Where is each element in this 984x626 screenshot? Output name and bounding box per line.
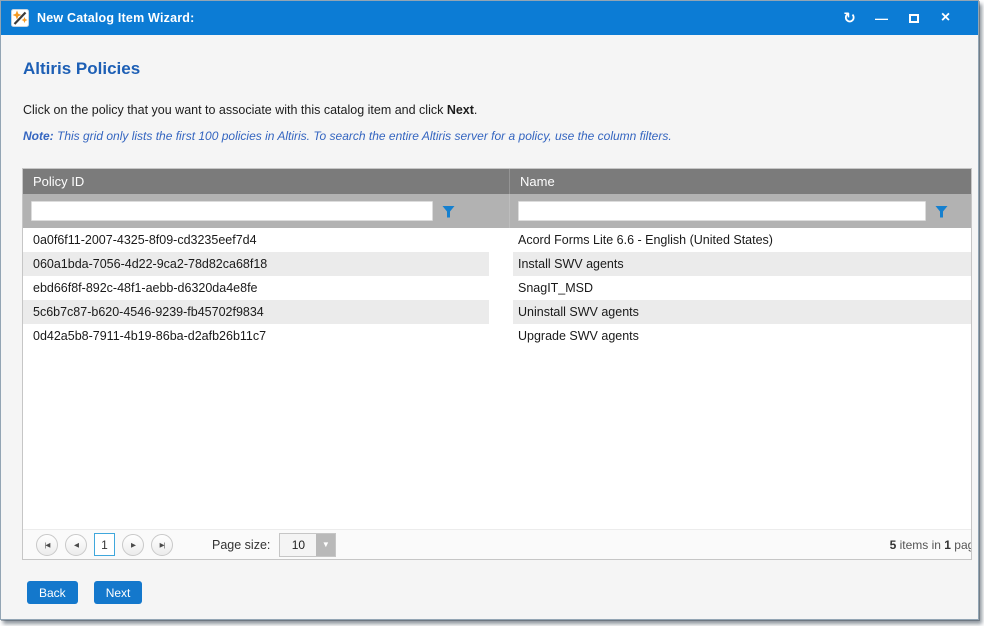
items-summary-tail: pages — [951, 538, 971, 552]
note-text: Note: This grid only lists the first 100… — [23, 129, 672, 143]
next-button[interactable]: Next — [94, 581, 143, 604]
wizard-app-icon — [11, 9, 29, 27]
instruction-suffix: . — [474, 103, 477, 117]
pages-count: 1 — [944, 538, 951, 552]
dropdown-arrow-icon[interactable]: ▼ — [316, 534, 335, 556]
column-header-policy-id[interactable]: Policy ID — [23, 169, 510, 194]
column-gap — [489, 252, 513, 276]
page-size-label: Page size: — [212, 538, 270, 552]
items-summary-mid: items in — [896, 538, 944, 552]
page-size-value: 10 — [280, 534, 316, 556]
instruction-text: Click on the policy that you want to ass… — [23, 103, 477, 117]
window-controls: ↻ — × — [841, 10, 968, 27]
maximize-box-glyph — [909, 14, 919, 23]
policy-id-cell: 0a0f6f11-2007-4325-8f09-cd3235eef7d4 — [23, 228, 489, 252]
screen: New Catalog Item Wizard: ↻ — × Altiris P… — [0, 0, 984, 626]
maximize-icon[interactable] — [905, 10, 922, 27]
name-cell: Uninstall SWV agents — [513, 300, 971, 324]
policy-id-filter-input[interactable] — [31, 201, 433, 221]
last-page-button[interactable]: ▶| — [151, 534, 173, 556]
grid-body: 0a0f6f11-2007-4325-8f09-cd3235eef7d4 Aco… — [23, 228, 971, 529]
table-row[interactable]: 0d42a5b8-7911-4b19-86ba-d2afb26b11c7 Upg… — [23, 324, 971, 348]
policy-id-filter-cell — [23, 194, 510, 228]
grid-header-row: Policy ID Name — [23, 169, 971, 194]
window-title: New Catalog Item Wizard: — [37, 11, 195, 25]
column-gap — [489, 324, 513, 348]
note-label: Note: — [23, 129, 54, 143]
pager-bar: |◀ ◀ 1 ▶ ▶| Page size: 10 ▼ 5 items in 1… — [23, 529, 971, 559]
column-header-name[interactable]: Name — [510, 169, 971, 194]
instruction-prefix: Click on the policy that you want to ass… — [23, 103, 447, 117]
column-gap — [489, 300, 513, 324]
instruction-next-emphasis: Next — [447, 103, 474, 117]
close-icon[interactable]: × — [937, 10, 954, 27]
column-gap — [489, 276, 513, 300]
table-row[interactable]: 5c6b7c87-b620-4546-9239-fb45702f9834 Uni… — [23, 300, 971, 324]
table-row[interactable]: ebd66f8f-892c-48f1-aebb-d6320da4e8fe Sna… — [23, 276, 971, 300]
name-filter-icon[interactable] — [935, 205, 948, 218]
table-row[interactable]: 060a1bda-7056-4d22-9ca2-78d82ca68f18 Ins… — [23, 252, 971, 276]
page-title: Altiris Policies — [23, 59, 140, 79]
wizard-window: New Catalog Item Wizard: ↻ — × Altiris P… — [0, 0, 979, 620]
table-row[interactable]: 0a0f6f11-2007-4325-8f09-cd3235eef7d4 Aco… — [23, 228, 971, 252]
name-cell: SnagIT_MSD — [513, 276, 971, 300]
grid-empty-area — [23, 348, 971, 529]
current-page-button[interactable]: 1 — [94, 533, 115, 556]
policy-id-filter-icon[interactable] — [442, 205, 455, 218]
next-page-button[interactable]: ▶ — [122, 534, 144, 556]
items-count: 5 — [890, 538, 897, 552]
previous-page-button[interactable]: ◀ — [65, 534, 87, 556]
grid-filter-row — [23, 194, 971, 228]
name-filter-input[interactable] — [518, 201, 926, 221]
policy-id-cell: 0d42a5b8-7911-4b19-86ba-d2afb26b11c7 — [23, 324, 489, 348]
items-summary: 5 items in 1 pages — [890, 530, 971, 559]
name-cell: Upgrade SWV agents — [513, 324, 971, 348]
note-body: This grid only lists the first 100 polic… — [54, 129, 672, 143]
minimize-icon[interactable]: — — [873, 10, 890, 27]
back-button[interactable]: Back — [27, 581, 78, 604]
column-gap — [489, 228, 513, 252]
page-size-select[interactable]: 10 ▼ — [279, 533, 336, 557]
name-cell: Acord Forms Lite 6.6 - English (United S… — [513, 228, 971, 252]
name-filter-cell — [510, 194, 971, 228]
name-cell: Install SWV agents — [513, 252, 971, 276]
policy-id-cell: 060a1bda-7056-4d22-9ca2-78d82ca68f18 — [23, 252, 489, 276]
refresh-icon[interactable]: ↻ — [841, 10, 858, 27]
policies-grid: Policy ID Name — [22, 168, 972, 560]
wizard-footer: Back Next — [27, 581, 142, 604]
title-bar: New Catalog Item Wizard: ↻ — × — [1, 1, 978, 35]
first-page-button[interactable]: |◀ — [36, 534, 58, 556]
policy-id-cell: ebd66f8f-892c-48f1-aebb-d6320da4e8fe — [23, 276, 489, 300]
policy-id-cell: 5c6b7c87-b620-4546-9239-fb45702f9834 — [23, 300, 489, 324]
